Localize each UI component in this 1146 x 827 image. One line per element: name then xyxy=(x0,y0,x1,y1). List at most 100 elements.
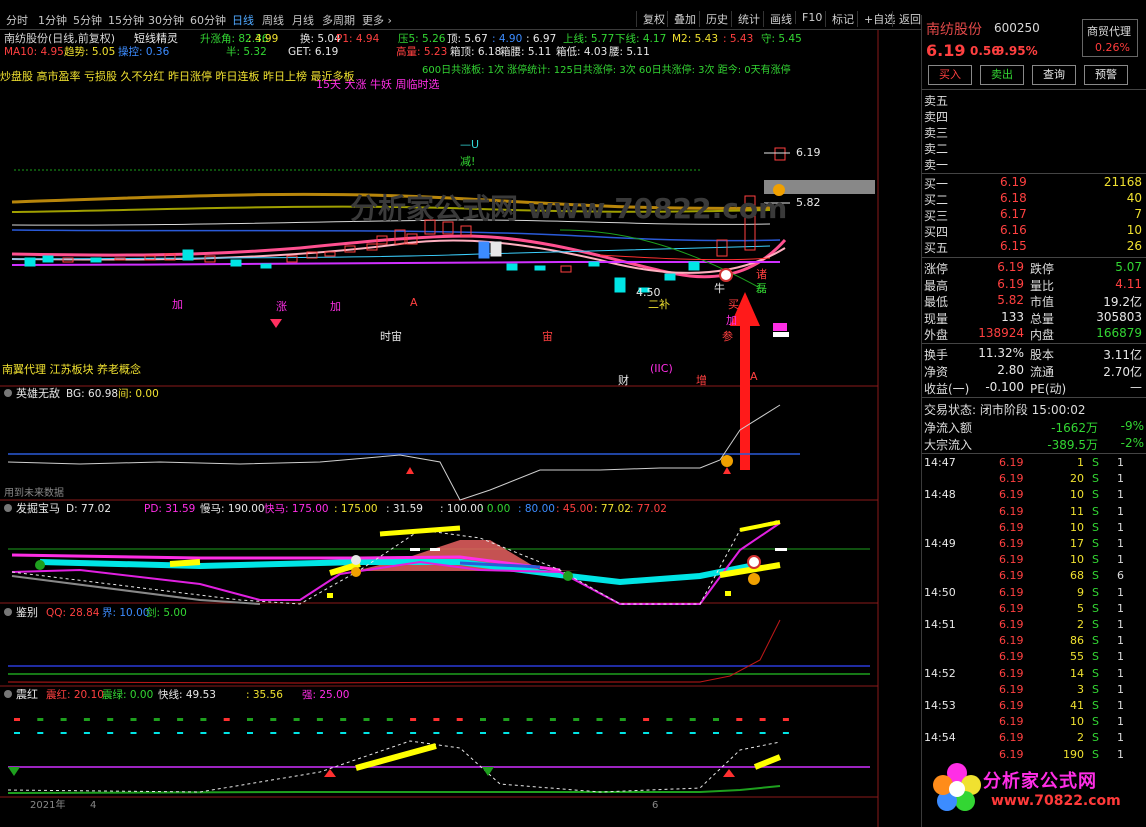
price-change-pct: 9.95% xyxy=(996,44,1038,58)
tick-side: S xyxy=(1092,666,1099,680)
panel-value: 强: 25.00 xyxy=(302,689,349,701)
signal-mark xyxy=(573,732,580,734)
fn-f10[interactable]: F10 xyxy=(795,11,822,24)
chart-annotation: 二补 xyxy=(648,298,670,311)
signal-mark xyxy=(293,718,300,721)
period-weekly[interactable]: 周线 xyxy=(262,12,284,28)
period-1min[interactable]: 1分钟 xyxy=(38,12,67,28)
panel-hero: 英雄无敌 BG: 60.98间: 0.00 用到未来数据 50.0025.000… xyxy=(4,386,800,501)
buy-level-volume: 26 xyxy=(1126,239,1142,253)
stock-tags-line: 炒盘股 高市盈率 亏损股 久不分红 昨日涨停 昨日连板 昨日上榜 最近多板 xyxy=(0,69,354,83)
fn-stats[interactable]: 统计 xyxy=(731,11,760,27)
tick-volume: 17 xyxy=(1070,537,1084,550)
period-multi[interactable]: 多周期 xyxy=(322,12,355,28)
tick-time: 14:47 xyxy=(924,456,956,469)
tick-volume: 2 xyxy=(1077,731,1084,745)
buy-level-label: 买一 xyxy=(924,177,949,191)
tick-price: 6.19 xyxy=(999,650,1024,664)
signal-mark xyxy=(759,718,766,721)
period-more[interactable]: 更多 › xyxy=(362,12,392,28)
sector-name: 商贸代理 xyxy=(1087,25,1131,38)
signal-mark xyxy=(270,732,277,734)
fn-overlay[interactable]: 叠加 xyxy=(667,11,696,27)
fn-draw[interactable]: 画线 xyxy=(763,11,792,27)
stat-label: 现量 xyxy=(924,311,949,326)
signal-mark xyxy=(153,732,160,734)
signal-mark xyxy=(247,718,253,721)
chart-canvas: 南纺股份(日线,前复权) 短线精灵 升涨角: 82.36: 4.99 换: 5.0… xyxy=(0,30,879,827)
flow-label: 净流入额 xyxy=(924,421,973,435)
candle xyxy=(478,241,490,259)
period-5min[interactable]: 5分钟 xyxy=(73,12,102,28)
stat-value: 4.11 xyxy=(1115,276,1142,291)
indicator-value: 操控: 0.36 xyxy=(118,45,170,58)
tick-side: S xyxy=(1092,682,1099,696)
chart-annotation: 磊 xyxy=(756,282,767,295)
signal-mark xyxy=(433,718,440,721)
buy-level-price: 6.15 xyxy=(1000,239,1027,253)
indicator-value: : 6.97 xyxy=(526,33,556,45)
axis-year: 2021年 xyxy=(30,798,65,811)
axis-month-4: 4 xyxy=(90,800,96,811)
fn-restore-rights[interactable]: 复权 xyxy=(636,11,665,27)
signal-mark xyxy=(456,718,463,721)
signal-mark xyxy=(37,718,44,721)
tick-side: S xyxy=(1092,472,1099,486)
chart-annotation: 增 xyxy=(696,373,707,387)
period-60min[interactable]: 60分钟 xyxy=(190,12,226,28)
panel-value: : 45.00 xyxy=(556,503,593,515)
buy-button[interactable]: 买入 xyxy=(928,65,972,85)
tick-side: S xyxy=(1092,650,1099,664)
sector-badge[interactable]: 商贸代理 0.26% xyxy=(1082,19,1138,57)
period-fenshi[interactable]: 分时 xyxy=(6,12,28,28)
period-monthly[interactable]: 月线 xyxy=(292,12,314,28)
panel-value: 间: 0.00 xyxy=(118,387,159,400)
stat-value: 5.07 xyxy=(1115,260,1142,274)
period-15min[interactable]: 15分钟 xyxy=(108,12,144,28)
tick-count: 1 xyxy=(1117,682,1124,696)
stock-tags-line2: 15天 大涨 牛妖 周临时选 xyxy=(316,77,440,91)
indicator-value: 趋势: 5.05 xyxy=(64,45,115,58)
panel-value: 快马: 175.00 xyxy=(264,503,329,515)
panel-value: : 35.56 xyxy=(246,689,283,701)
signal-mark xyxy=(363,718,370,721)
signal-mark xyxy=(503,718,510,721)
signal-mark xyxy=(37,732,44,734)
signal-mark xyxy=(410,732,417,734)
indicator-value: 半: 5.32 xyxy=(226,45,267,58)
alert-button[interactable]: 预警 xyxy=(1084,65,1128,85)
indicator-value: 高量: 5.23 xyxy=(396,45,447,58)
fn-history[interactable]: 历史 xyxy=(699,11,728,27)
indicator-row2: MA10: 4.95 趋势: 5.05 操控: 0.36 半: 5.32 GET: 6.… xyxy=(4,45,650,58)
signal-mark xyxy=(433,732,440,734)
candle xyxy=(260,263,272,269)
indicator-name: 短线精灵 xyxy=(134,31,178,45)
kline-chart-area[interactable]: 南纺股份(日线,前复权) 短线精灵 升涨角: 82.36: 4.99 换: 5.0… xyxy=(0,30,885,827)
signal-mark xyxy=(107,732,114,734)
chart-annotation: 时宙 xyxy=(380,329,402,343)
fn-add-watchlist[interactable]: +自选 xyxy=(857,11,895,27)
signal-mark xyxy=(340,718,347,721)
fn-mark[interactable]: 标记 xyxy=(825,11,854,27)
stat-value: 2.80 xyxy=(997,363,1024,377)
fn-back[interactable]: 返回 xyxy=(892,11,921,27)
signal-mark xyxy=(153,718,160,721)
panel-baoma-name: 发掘宝马 xyxy=(16,501,60,515)
tick-price: 6.19 xyxy=(999,618,1024,631)
panel-zhenhong: 震红 震红: 20.10震绿: 0.00 快线: 49.53: 35.56 强: 2… xyxy=(4,688,870,794)
candle xyxy=(534,265,546,271)
candle xyxy=(490,241,502,257)
period-30min[interactable]: 30分钟 xyxy=(148,12,184,28)
tick-volume: 10 xyxy=(1070,520,1084,534)
indicator-row1: 升涨角: 82.36: 4.99 换: 5.04P1: 4.94 压5: 5.26 顶… xyxy=(200,32,802,45)
query-button[interactable]: 查询 xyxy=(1032,65,1076,85)
signal-mark xyxy=(177,732,184,734)
chart-annotation: 减! xyxy=(460,155,475,168)
tick-price: 6.19 xyxy=(999,569,1024,583)
signal-mark xyxy=(596,732,603,734)
panel-zhenhong-name: 震红 xyxy=(16,688,38,701)
sell-button[interactable]: 卖出 xyxy=(980,65,1024,85)
sell-level-label: 卖一 xyxy=(924,158,949,172)
period-daily[interactable]: 日线 xyxy=(232,12,254,28)
panel-value: 震绿: 0.00 xyxy=(102,688,153,701)
